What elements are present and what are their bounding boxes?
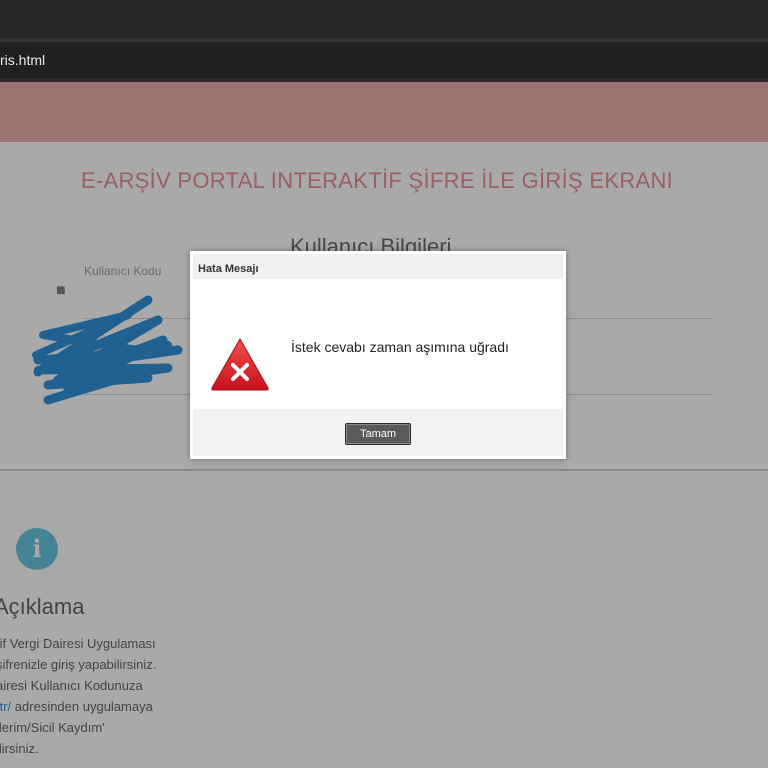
dialog-message: İstek cevabı zaman aşımına uğradı bbox=[291, 339, 509, 355]
address-bar[interactable] bbox=[0, 42, 768, 79]
address-bar-url[interactable]: ris.html bbox=[0, 52, 45, 68]
browser-tab-strip bbox=[0, 0, 768, 38]
dialog-title: Hata Mesajı bbox=[198, 263, 259, 275]
error-x-icon bbox=[211, 337, 269, 391]
screen: ris.html E-ARŞİV PORTAL INTERAKTİF ŞİFRE… bbox=[0, 0, 768, 768]
ok-button[interactable]: Tamam bbox=[345, 423, 411, 445]
error-dialog: Hata Mesajı İstek cevabı zaman aşımına u… bbox=[190, 251, 566, 459]
